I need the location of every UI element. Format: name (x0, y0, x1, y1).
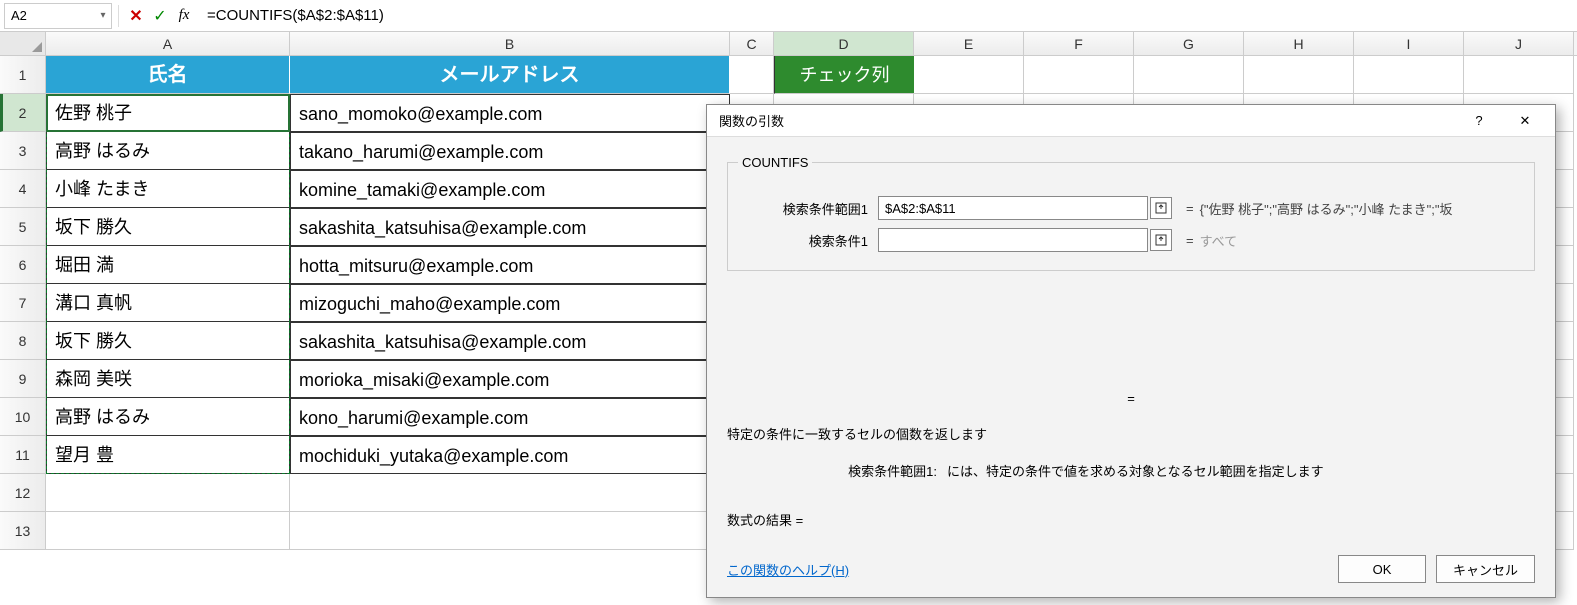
cell[interactable] (46, 512, 290, 550)
arg2-label: 検索条件1 (738, 231, 878, 250)
result-equals: = (727, 391, 1535, 406)
row-header-10[interactable]: 10 (0, 398, 46, 436)
arg2-evaluation: すべて (1200, 231, 1238, 250)
row-header-4[interactable]: 4 (0, 170, 46, 208)
table-cell-name[interactable]: 高野 はるみ (46, 132, 290, 170)
function-arguments-dialog: 関数の引数 ? ✕ COUNTIFS 検索条件範囲1 = {"佐野 桃子";"高… (706, 104, 1556, 598)
table-cell-mail[interactable]: sano_momoko@example.com (290, 94, 730, 132)
col-header-E[interactable]: E (914, 32, 1024, 55)
table-cell-name[interactable]: 佐野 桃子 (46, 94, 290, 132)
table-cell-mail[interactable]: mizoguchi_maho@example.com (290, 284, 730, 322)
cell[interactable] (290, 512, 730, 550)
table-cell-mail[interactable]: sakashita_katsuhisa@example.com (290, 208, 730, 246)
col-header-C[interactable]: C (730, 32, 774, 55)
col-header-H[interactable]: H (1244, 32, 1354, 55)
row-header-7[interactable]: 7 (0, 284, 46, 322)
col-header-G[interactable]: G (1134, 32, 1244, 55)
table-cell-mail[interactable]: hotta_mitsuru@example.com (290, 246, 730, 284)
col-header-F[interactable]: F (1024, 32, 1134, 55)
arg2-input[interactable] (878, 228, 1148, 252)
arg1-evaluation: {"佐野 桃子";"高野 はるみ";"小峰 たまき";"坂 (1200, 199, 1453, 218)
cell[interactable] (1354, 56, 1464, 94)
row-header-3[interactable]: 3 (0, 132, 46, 170)
row-header-13[interactable]: 13 (0, 512, 46, 550)
cell-C1[interactable] (730, 56, 774, 94)
formula-input[interactable] (199, 0, 1577, 31)
arg1-input[interactable] (878, 196, 1148, 220)
row-header-9[interactable]: 9 (0, 360, 46, 398)
column-headers: A B C D E F G H I J (0, 32, 1577, 56)
arg-desc-label: 検索条件範囲1: (727, 461, 947, 480)
header-mail[interactable]: メールアドレス (290, 56, 730, 94)
cell[interactable] (914, 56, 1024, 94)
formula-bar-icons: ✕ ✓ fx (121, 5, 199, 27)
table-cell-name[interactable]: 高野 はるみ (46, 398, 290, 436)
help-icon[interactable]: ? (1457, 107, 1501, 135)
cancel-button[interactable]: キャンセル (1436, 555, 1535, 583)
table-cell-mail[interactable]: morioka_misaki@example.com (290, 360, 730, 398)
arg-desc-text: には、特定の条件で値を求める対象となるセル範囲を指定します (947, 461, 1324, 480)
table-cell-mail[interactable]: mochiduki_yutaka@example.com (290, 436, 730, 474)
collapse-range-icon[interactable] (1150, 229, 1172, 251)
arg1-label: 検索条件範囲1 (738, 199, 878, 218)
col-header-B[interactable]: B (290, 32, 730, 55)
row-header-12[interactable]: 12 (0, 474, 46, 512)
table-cell-name[interactable]: 森岡 美咲 (46, 360, 290, 398)
function-description: 特定の条件に一致するセルの個数を返します (727, 424, 1535, 443)
cell[interactable] (290, 474, 730, 512)
table-cell-name[interactable]: 小峰 たまき (46, 170, 290, 208)
table-cell-mail[interactable]: komine_tamaki@example.com (290, 170, 730, 208)
table-cell-name[interactable]: 坂下 勝久 (46, 208, 290, 246)
table-cell-mail[interactable]: takano_harumi@example.com (290, 132, 730, 170)
formula-result: 数式の結果 = (727, 510, 803, 529)
col-header-D[interactable]: D (774, 32, 914, 55)
chevron-down-icon[interactable]: ▾ (95, 10, 111, 21)
dialog-titlebar[interactable]: 関数の引数 ? ✕ (707, 105, 1555, 137)
function-help-link[interactable]: この関数のヘルプ(H) (727, 560, 849, 579)
table-cell-mail[interactable]: kono_harumi@example.com (290, 398, 730, 436)
formula-bar: ▾ ✕ ✓ fx (0, 0, 1577, 32)
row-header-11[interactable]: 11 (0, 436, 46, 474)
table-cell-mail[interactable]: sakashita_katsuhisa@example.com (290, 322, 730, 360)
divider (118, 5, 119, 27)
close-icon[interactable]: ✕ (1503, 107, 1547, 135)
cell[interactable] (46, 474, 290, 512)
ok-button[interactable]: OK (1338, 555, 1426, 583)
equals-sign: = (1186, 233, 1194, 248)
cell[interactable] (1024, 56, 1134, 94)
row-header-6[interactable]: 6 (0, 246, 46, 284)
fx-icon[interactable]: fx (173, 5, 195, 27)
cell[interactable] (1134, 56, 1244, 94)
cancel-icon[interactable]: ✕ (125, 5, 147, 27)
name-box[interactable]: ▾ (4, 3, 112, 29)
row-header-8[interactable]: 8 (0, 322, 46, 360)
cell[interactable] (1464, 56, 1574, 94)
select-all-corner[interactable] (0, 32, 46, 55)
row-header-5[interactable]: 5 (0, 208, 46, 246)
confirm-icon[interactable]: ✓ (149, 5, 171, 27)
table-cell-name[interactable]: 溝口 真帆 (46, 284, 290, 322)
function-name: COUNTIFS (738, 155, 812, 170)
table-cell-name[interactable]: 望月 豊 (46, 436, 290, 474)
col-header-I[interactable]: I (1354, 32, 1464, 55)
col-header-J[interactable]: J (1464, 32, 1574, 55)
equals-sign: = (1186, 201, 1194, 216)
cell[interactable] (1244, 56, 1354, 94)
name-box-input[interactable] (5, 8, 95, 23)
collapse-range-icon[interactable] (1150, 197, 1172, 219)
header-check[interactable]: チェック列 (774, 56, 914, 94)
col-header-A[interactable]: A (46, 32, 290, 55)
header-name[interactable]: 氏名 (46, 56, 290, 94)
row-header-1[interactable]: 1 (0, 56, 46, 94)
row-header-2[interactable]: 2 (0, 94, 46, 132)
dialog-title: 関数の引数 (719, 111, 784, 130)
table-cell-name[interactable]: 坂下 勝久 (46, 322, 290, 360)
table-cell-name[interactable]: 堀田 満 (46, 246, 290, 284)
